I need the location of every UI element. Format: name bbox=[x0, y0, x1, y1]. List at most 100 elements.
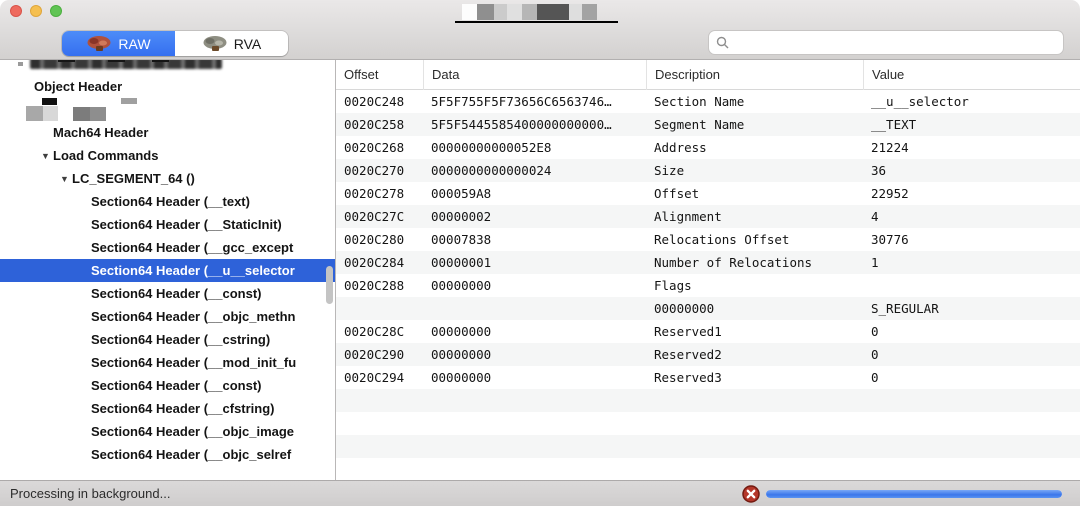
raw-segment-button[interactable]: RAW bbox=[62, 31, 175, 56]
cell-value: 1 bbox=[863, 255, 1080, 270]
tree-item-label: Section64 Header (__gcc_except bbox=[91, 240, 293, 255]
tree-item[interactable]: ▼LC_SEGMENT_64 () bbox=[0, 167, 335, 190]
tree-item[interactable]: Section64 Header (__StaticInit) bbox=[0, 213, 335, 236]
column-header-value[interactable]: Value bbox=[863, 60, 1080, 90]
cell-description: 00000000 bbox=[646, 301, 863, 316]
tree-item[interactable]: Section64 Header (__const) bbox=[0, 374, 335, 397]
redacted-window-title bbox=[462, 4, 597, 20]
tree-item-redacted[interactable] bbox=[0, 60, 335, 75]
table-row[interactable]: 0020C26800000000000052E8Address21224 bbox=[336, 136, 1080, 159]
cell-data: 00007838 bbox=[423, 232, 646, 247]
table-row[interactable]: 00000000S_REGULAR bbox=[336, 297, 1080, 320]
title-redaction-underline bbox=[455, 21, 618, 23]
table-row[interactable]: 0020C28000007838Relocations Offset30776 bbox=[336, 228, 1080, 251]
tree-item-label: Section64 Header (__StaticInit) bbox=[91, 217, 282, 232]
status-text: Processing in background... bbox=[10, 486, 170, 501]
cell-value: __TEXT bbox=[863, 117, 1080, 132]
empty-table-row bbox=[336, 435, 1080, 458]
stop-processing-button[interactable] bbox=[742, 485, 760, 503]
search-icon bbox=[716, 36, 729, 49]
disclosure-icon bbox=[18, 62, 23, 66]
cell-description: Alignment bbox=[646, 209, 863, 224]
tree-item-label: Section64 Header (__u__selector bbox=[91, 263, 295, 278]
cell-description: Reserved3 bbox=[646, 370, 863, 385]
cell-description: Section Name bbox=[646, 94, 863, 109]
empty-table-row bbox=[336, 458, 1080, 480]
status-bar: Processing in background... bbox=[0, 480, 1080, 506]
sidebar-scrollbar-thumb[interactable] bbox=[326, 266, 333, 304]
zoom-button[interactable] bbox=[50, 5, 62, 17]
search-field[interactable] bbox=[708, 30, 1064, 55]
empty-table-row bbox=[336, 412, 1080, 435]
tree-item[interactable]: Section64 Header (__const) bbox=[0, 282, 335, 305]
cell-offset: 0020C258 bbox=[336, 117, 423, 132]
table-row[interactable]: 0020C28400000001Number of Relocations1 bbox=[336, 251, 1080, 274]
table-row[interactable]: 0020C2485F5F755F5F73656C6563746…Section … bbox=[336, 90, 1080, 113]
progress-fill bbox=[766, 490, 1062, 498]
table-row[interactable]: 0020C27C00000002Alignment4 bbox=[336, 205, 1080, 228]
table-row[interactable]: 0020C28800000000Flags bbox=[336, 274, 1080, 297]
cell-data: 00000000 bbox=[423, 278, 646, 293]
cell-value: 4 bbox=[863, 209, 1080, 224]
tree-item[interactable]: Section64 Header (__objc_methn bbox=[0, 305, 335, 328]
raw-segment-label: RAW bbox=[118, 36, 150, 52]
cell-data: 00000000 bbox=[423, 347, 646, 362]
tree-item[interactable]: Section64 Header (__objc_selref bbox=[0, 443, 335, 466]
cell-data: 000059A8 bbox=[423, 186, 646, 201]
table-row[interactable]: 0020C28C00000000Reserved10 bbox=[336, 320, 1080, 343]
tree-item-label: Section64 Header (__objc_methn bbox=[91, 309, 295, 324]
tree-item[interactable]: Section64 Header (__text) bbox=[0, 190, 335, 213]
cell-offset: 0020C268 bbox=[336, 140, 423, 155]
tree-item-redacted[interactable] bbox=[0, 98, 335, 121]
cell-description: Number of Relocations bbox=[646, 255, 863, 270]
tree-item-label: Section64 Header (__objc_selref bbox=[91, 447, 291, 462]
empty-table-row bbox=[336, 389, 1080, 412]
cell-offset: 0020C288 bbox=[336, 278, 423, 293]
minimize-button[interactable] bbox=[30, 5, 42, 17]
disclosure-triangle-icon[interactable]: ▼ bbox=[41, 145, 53, 167]
table-row[interactable]: 0020C278000059A8Offset22952 bbox=[336, 182, 1080, 205]
tree-item[interactable]: Section64 Header (__u__selector bbox=[0, 259, 335, 282]
search-input[interactable] bbox=[734, 35, 1063, 50]
table-row[interactable]: 0020C2700000000000000024Size36 bbox=[336, 159, 1080, 182]
cell-data: 00000000 bbox=[423, 324, 646, 339]
close-button[interactable] bbox=[10, 5, 22, 17]
cell-description: Flags bbox=[646, 278, 863, 293]
raw-icon bbox=[86, 35, 112, 52]
tree-item[interactable]: Mach64 Header bbox=[0, 121, 335, 144]
column-header-description[interactable]: Description bbox=[646, 60, 863, 90]
raw-rva-switcher: RAW RVA bbox=[62, 31, 288, 56]
tree-item[interactable]: Section64 Header (__gcc_except bbox=[0, 236, 335, 259]
rva-segment-label: RVA bbox=[234, 36, 262, 52]
tree-item-label: Section64 Header (__cfstring) bbox=[91, 401, 275, 416]
cell-data: 00000001 bbox=[423, 255, 646, 270]
rva-segment-button[interactable]: RVA bbox=[175, 31, 288, 56]
tree-item[interactable]: Section64 Header (__objc_image bbox=[0, 420, 335, 443]
column-header-offset[interactable]: Offset bbox=[336, 60, 423, 90]
tree-item[interactable]: Object Header bbox=[0, 75, 335, 98]
table-row[interactable]: 0020C29400000000Reserved30 bbox=[336, 366, 1080, 389]
cell-data: 5F5F5445585400000000000… bbox=[423, 117, 646, 132]
tree-item[interactable]: Section64 Header (__cfstring) bbox=[0, 397, 335, 420]
disclosure-triangle-icon[interactable]: ▼ bbox=[60, 168, 72, 190]
traffic-lights bbox=[10, 5, 62, 17]
cell-value: 0 bbox=[863, 347, 1080, 362]
cell-data: 5F5F755F5F73656C6563746… bbox=[423, 94, 646, 109]
column-header-data[interactable]: Data bbox=[423, 60, 646, 90]
cell-offset: 0020C280 bbox=[336, 232, 423, 247]
cell-description: Segment Name bbox=[646, 117, 863, 132]
tree-item[interactable]: Section64 Header (__cstring) bbox=[0, 328, 335, 351]
cell-value: 0 bbox=[863, 370, 1080, 385]
cell-value: S_REGULAR bbox=[863, 301, 1080, 316]
tree-item-label: Section64 Header (__cstring) bbox=[91, 332, 270, 347]
tree-item-label: Section64 Header (__mod_init_fu bbox=[91, 355, 296, 370]
cell-value: 36 bbox=[863, 163, 1080, 178]
cell-data: 00000002 bbox=[423, 209, 646, 224]
table-row[interactable]: 0020C29000000000Reserved20 bbox=[336, 343, 1080, 366]
background-progress-bar bbox=[766, 490, 1062, 498]
cell-data: 00000000000052E8 bbox=[423, 140, 646, 155]
titlebar-toolbar: RAW RVA bbox=[0, 0, 1080, 60]
tree-item[interactable]: Section64 Header (__mod_init_fu bbox=[0, 351, 335, 374]
table-row[interactable]: 0020C2585F5F5445585400000000000…Segment … bbox=[336, 113, 1080, 136]
tree-item[interactable]: ▼Load Commands bbox=[0, 144, 335, 167]
